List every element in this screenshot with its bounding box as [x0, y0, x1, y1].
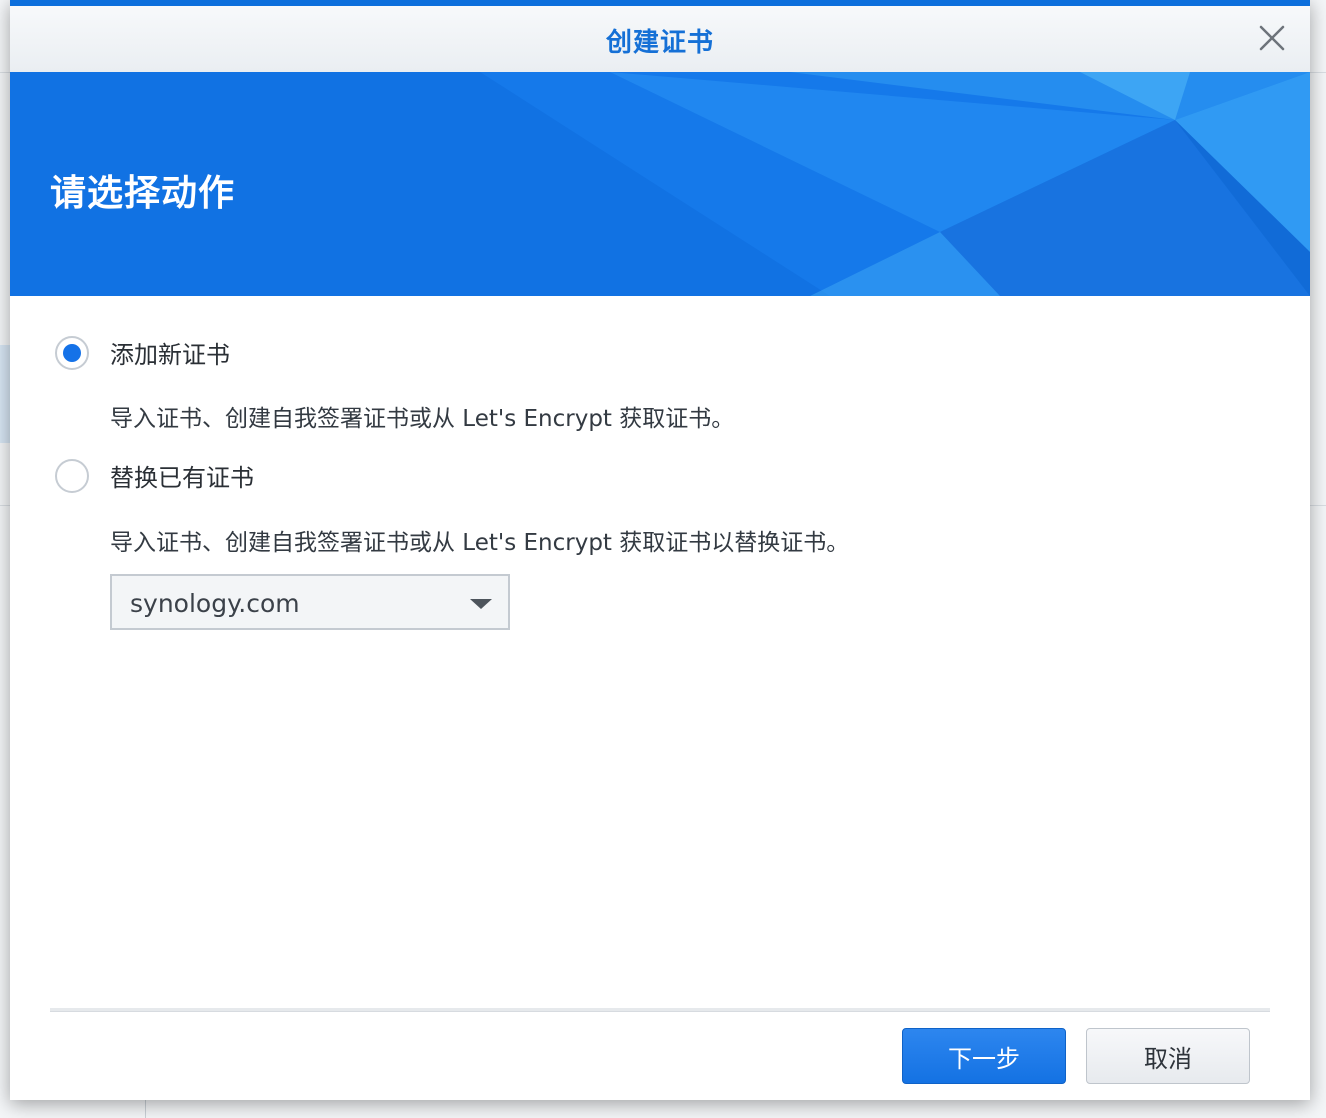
create-certificate-dialog: 创建证书 请选择动作 添加新证书 导入证书、创建自我签署证书或从 Let's E… [10, 0, 1310, 1100]
footer-divider [50, 1008, 1270, 1012]
close-icon [1259, 25, 1285, 51]
radio-selected-dot [63, 343, 81, 362]
next-button[interactable]: 下一步 [902, 1028, 1066, 1084]
option-add-new-certificate[interactable]: 添加新证书 [55, 335, 230, 370]
wizard-banner: 请选择动作 [10, 72, 1310, 296]
option-description: 导入证书、创建自我签署证书或从 Let's Encrypt 获取证书以替换证书。 [110, 530, 850, 556]
close-button[interactable] [1256, 22, 1288, 54]
step-title: 请选择动作 [50, 173, 236, 214]
chevron-down-icon [470, 599, 492, 609]
option-label: 替换已有证书 [110, 464, 254, 492]
background-column-divider [145, 1100, 146, 1118]
certificate-select-value: synology.com [130, 589, 300, 618]
dialog-titlebar: 创建证书 [10, 6, 1310, 73]
radio-add-new-certificate[interactable] [55, 335, 89, 370]
cancel-button[interactable]: 取消 [1086, 1028, 1250, 1084]
dialog-title: 创建证书 [605, 28, 714, 58]
option-replace-existing-certificate[interactable]: 替换已有证书 [55, 458, 254, 493]
radio-replace-existing-certificate[interactable] [55, 458, 89, 493]
option-label: 添加新证书 [110, 341, 230, 369]
background-selected-row [0, 345, 10, 443]
option-description: 导入证书、创建自我签署证书或从 Let's Encrypt 获取证书。 [110, 406, 735, 432]
certificate-select[interactable]: synology.com [110, 574, 510, 630]
